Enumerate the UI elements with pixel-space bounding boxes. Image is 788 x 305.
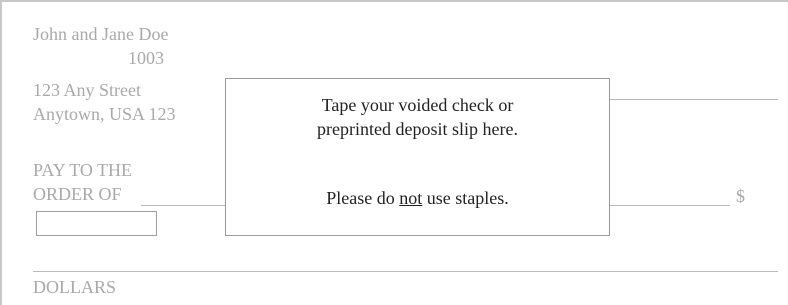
notice-line3: Please do not use staples. (226, 186, 609, 210)
dollars-label: DOLLARS (33, 277, 117, 297)
date-line (610, 99, 778, 100)
notice-line2: preprinted deposit slip here. (317, 119, 518, 139)
dollars-line (33, 271, 778, 272)
voided-check-area: John and Jane Doe 1003 123 Any Street An… (0, 0, 788, 305)
pay-to-label-line1: PAY TO THE (33, 160, 133, 180)
payer-name: John and Jane Doe (33, 24, 169, 44)
currency-symbol: $ (736, 186, 745, 206)
tape-here-notice: Tape your voided check or preprinted dep… (225, 78, 610, 236)
pay-to-label-line2: ORDER OF (33, 184, 122, 204)
notice-line1: Tape your voided check or (321, 95, 514, 115)
notice-line3-before: Please do (326, 188, 400, 208)
notice-line3-after: use staples. (422, 188, 509, 208)
payer-street: 123 Any Street (33, 80, 141, 100)
payee-line-right (610, 205, 730, 206)
check-number: 1003 (128, 48, 164, 68)
payer-city: Anytown, USA 123 (33, 104, 176, 124)
notice-line3-emphasis: not (399, 188, 423, 208)
payee-line-left (141, 205, 225, 206)
amount-box (36, 211, 157, 236)
